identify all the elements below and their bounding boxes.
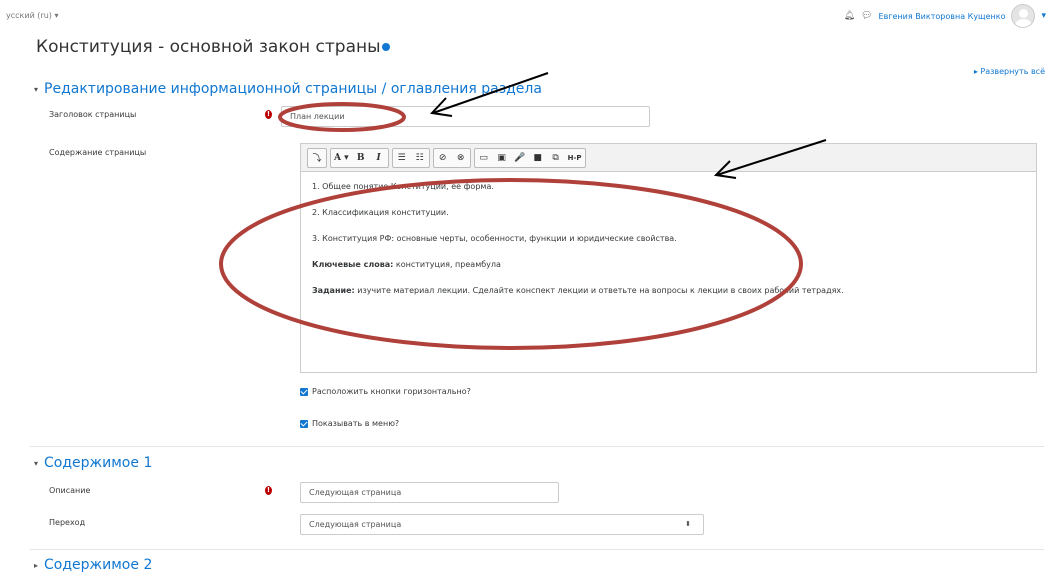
annotation-overlay <box>219 72 827 350</box>
annotation-ellipse-title <box>278 102 406 132</box>
annotation-arrow-title <box>429 72 549 117</box>
annotation-ellipse-content <box>219 178 803 350</box>
annotation-arrow-content <box>713 139 827 179</box>
